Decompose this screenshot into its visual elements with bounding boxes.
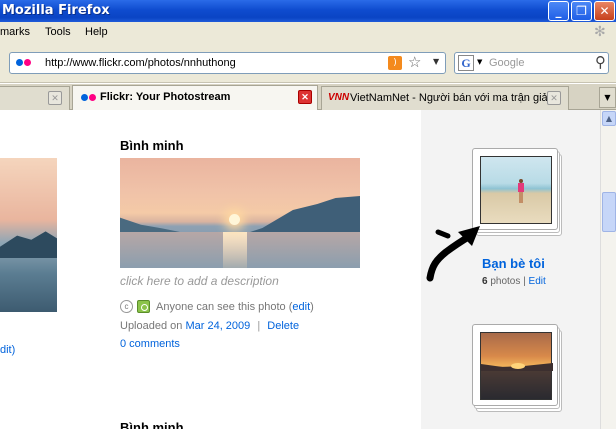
hand-drawn-arrow-icon — [426, 226, 480, 282]
privacy-line: c Anyone can see this photo (edit) — [120, 300, 314, 313]
uploaded-label: Uploaded on — [120, 320, 183, 332]
close-icon[interactable]: ✕ — [547, 91, 561, 105]
scroll-thumb[interactable] — [602, 192, 616, 232]
browser-window: Mozilla Firefox _ ❐ ✕ marks Tools Help ✻… — [0, 0, 616, 429]
menu-help[interactable]: Help — [85, 26, 108, 38]
rss-icon[interactable]: ) — [388, 56, 402, 70]
tab-flickr[interactable]: Flickr: Your Photostream ✕ — [72, 85, 318, 110]
close-icon[interactable]: ✕ — [48, 91, 62, 105]
vnn-favicon-icon: VNN — [328, 92, 350, 103]
delete-link[interactable]: Delete — [267, 320, 299, 332]
menu-bookmarks[interactable]: marks — [0, 26, 30, 38]
description-placeholder[interactable]: click here to add a description — [120, 274, 279, 288]
chevron-down-icon[interactable]: ▼ — [433, 57, 439, 66]
star-icon[interactable]: ☆ — [408, 53, 421, 71]
throbber-icon: ✻ — [594, 23, 606, 39]
magnifier-icon[interactable]: ⚲ — [595, 53, 606, 71]
globe-icon — [137, 300, 150, 313]
close-icon[interactable]: ✕ — [298, 90, 312, 104]
url-text[interactable]: http://www.flickr.com/photos/nnhuthong — [45, 57, 236, 69]
flickr-favicon-icon — [81, 94, 97, 102]
set-photo-label: photos — [490, 276, 521, 287]
privacy-text: Anyone can see this photo — [156, 300, 286, 313]
title-bar: Mozilla Firefox _ ❐ ✕ — [0, 0, 616, 22]
edit-link-partial[interactable]: dit) — [0, 344, 15, 356]
page-content: dit) Bình minh click here to add a descr… — [0, 110, 600, 429]
set-edit-link[interactable]: Edit — [529, 276, 546, 287]
search-input[interactable]: G ▼ Google ⚲ — [454, 52, 609, 74]
search-placeholder: Google — [489, 57, 525, 69]
tab-bar: ✕ Flickr: Your Photostream ✕ VNN VietNam… — [0, 84, 616, 110]
vertical-scrollbar[interactable]: ▲ — [600, 110, 616, 429]
scroll-up-icon[interactable]: ▲ — [602, 111, 616, 126]
creative-commons-icon[interactable]: c — [120, 300, 133, 313]
tab-label: Flickr: Your Photostream — [100, 91, 231, 103]
photo-title-2[interactable]: Bình minh — [120, 420, 184, 429]
set-thumbnail-2[interactable] — [472, 324, 562, 412]
comments-link[interactable]: 0 comments — [120, 338, 180, 350]
window-title: Mozilla Firefox — [2, 3, 110, 18]
photo-thumbnail-partial[interactable] — [0, 158, 57, 312]
engine-dropdown-icon[interactable]: ▼ — [477, 58, 482, 66]
tab-blank[interactable]: ✕ — [0, 86, 70, 110]
maximize-button[interactable]: ❐ — [571, 1, 592, 21]
menu-bar: marks Tools Help ✻ — [0, 22, 616, 43]
privacy-edit-link[interactable]: edit — [292, 301, 310, 313]
tab-label: VietNamNet - Người bán với ma trận giả..… — [350, 92, 557, 104]
set-title[interactable]: Bạn bè tôi — [482, 256, 545, 271]
upload-date-link[interactable]: Mar 24, 2009 — [185, 320, 250, 332]
tab-list-button[interactable]: ▼ — [599, 87, 616, 108]
tab-vietnamnet[interactable]: VNN VietNamNet - Người bán với ma trận g… — [321, 86, 569, 110]
upload-info: Uploaded on Mar 24, 2009 | Delete — [120, 320, 300, 332]
photo-title[interactable]: Bình minh — [120, 138, 184, 153]
google-engine-icon[interactable]: G — [458, 55, 474, 71]
menu-tools[interactable]: Tools — [45, 26, 71, 38]
set-meta: 6 photos | Edit — [482, 276, 546, 287]
photo-image[interactable] — [120, 158, 360, 268]
set-thumbnail[interactable] — [472, 148, 562, 236]
url-bar[interactable]: http://www.flickr.com/photos/nnhuthong )… — [9, 52, 446, 74]
navigation-toolbar: http://www.flickr.com/photos/nnhuthong )… — [0, 43, 616, 83]
close-button[interactable]: ✕ — [594, 1, 615, 21]
minimize-button[interactable]: _ — [548, 1, 569, 21]
flickr-favicon-icon — [16, 59, 32, 67]
